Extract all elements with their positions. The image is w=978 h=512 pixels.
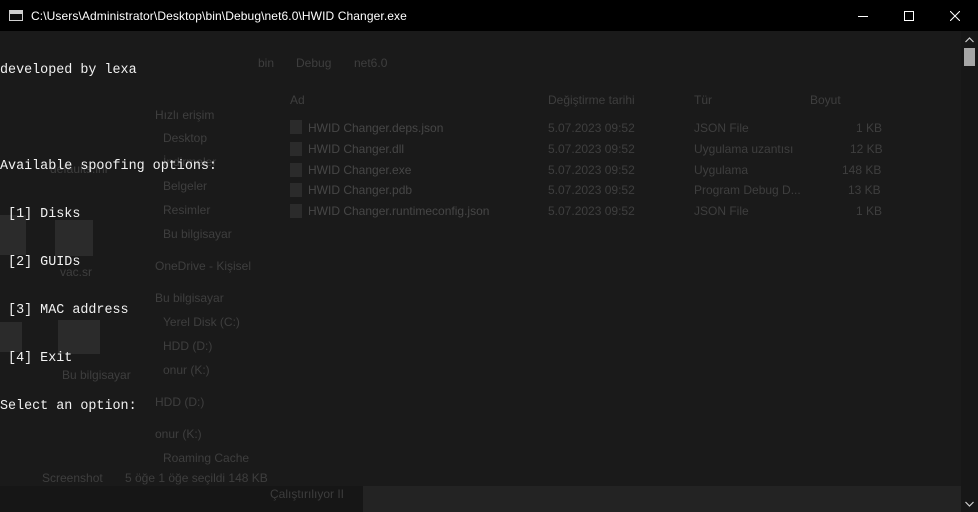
console-option-exit: [4] Exit — [0, 351, 73, 366]
maximize-button[interactable] — [886, 0, 932, 31]
maximize-icon — [904, 10, 914, 21]
close-icon — [950, 10, 960, 21]
bg-strip — [363, 486, 961, 512]
scroll-down-button[interactable] — [961, 495, 978, 512]
console-line-blank — [0, 111, 217, 127]
close-button[interactable] — [932, 0, 978, 31]
window-controls — [840, 0, 978, 31]
chevron-up-icon — [965, 36, 974, 42]
minimize-button[interactable] — [840, 0, 886, 31]
title-bar[interactable]: C:\Users\Administrator\Desktop\bin\Debug… — [0, 0, 978, 31]
console-option-mac: [3] MAC address — [0, 303, 129, 318]
chevron-down-icon — [965, 501, 974, 507]
console-line-menu-heading: Available spoofing options: — [0, 159, 217, 174]
window-title: C:\Users\Administrator\Desktop\bin\Debug… — [31, 8, 407, 23]
scrollbar-thumb[interactable] — [964, 48, 975, 66]
console-output-area[interactable]: developed by lexa Available spoofing opt… — [0, 31, 961, 486]
scroll-up-button[interactable] — [961, 31, 978, 48]
console-prompt: Select an option: — [0, 399, 137, 414]
console-option-guids: [2] GUIDs — [0, 255, 81, 270]
console-line-credit: developed by lexa — [0, 63, 137, 78]
console-text: developed by lexa Available spoofing opt… — [0, 31, 217, 447]
bg-taskbar-hint: Çalıştırılıyor II — [270, 487, 345, 501]
console-option-disks: [1] Disks — [0, 207, 81, 222]
vertical-scrollbar[interactable] — [961, 31, 978, 512]
console-app-icon[interactable] — [9, 10, 23, 21]
minimize-icon — [858, 15, 868, 17]
